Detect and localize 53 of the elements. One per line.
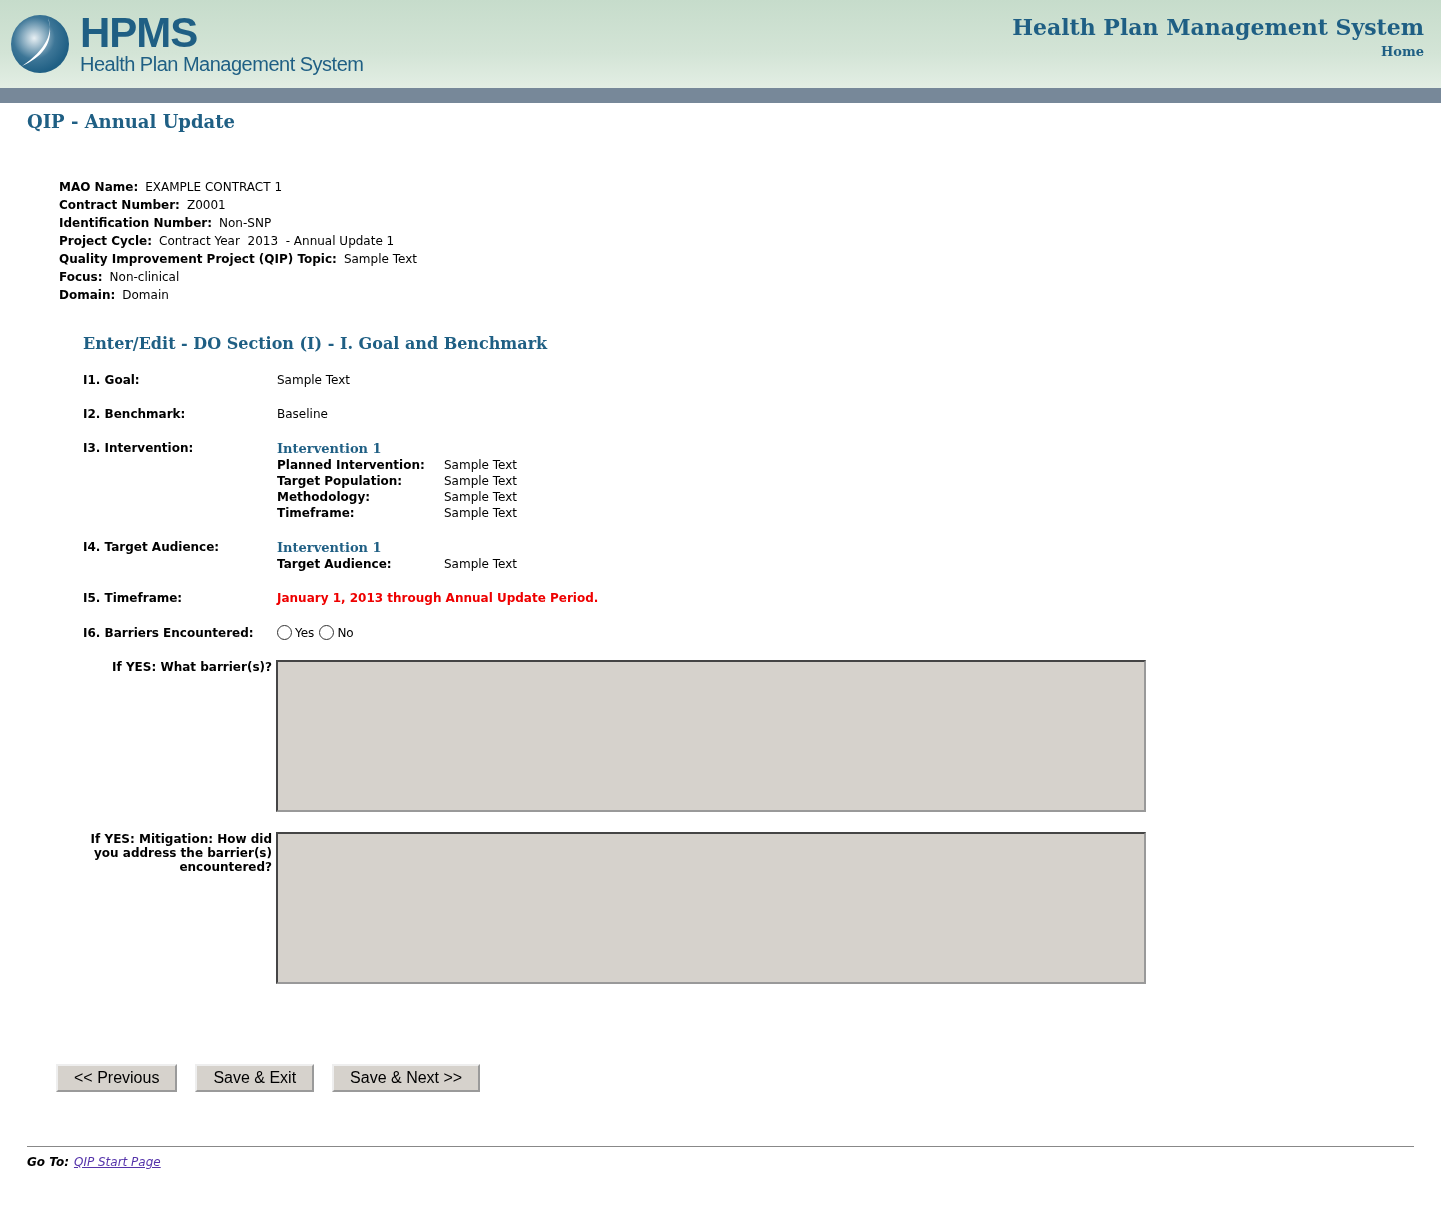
info-value: Contract Year 2013 - Annual Update 1 xyxy=(159,234,395,248)
detail-value: Sample Text xyxy=(444,506,518,520)
info-label: Quality Improvement Project (QIP) Topic: xyxy=(59,252,337,266)
field-label: I1. Goal: xyxy=(83,373,141,387)
field-value: Baseline xyxy=(277,407,328,421)
nav-button[interactable]: Save & Next >> xyxy=(332,1064,481,1092)
field-label: I6. Barriers Encountered: xyxy=(83,625,255,640)
logo-icon xyxy=(10,14,70,74)
nav-button[interactable]: << Previous xyxy=(56,1064,178,1092)
info-label: Contract Number: xyxy=(59,198,180,212)
system-title: Health Plan Management System xyxy=(1012,14,1424,40)
textarea-label: If YES: Mitigation: How did you address the barrier(s) encountered? xyxy=(89,832,272,876)
radio-button[interactable] xyxy=(319,625,335,640)
info-value: Non-SNP xyxy=(219,216,272,230)
radio-label: No xyxy=(337,625,354,640)
detail-label: Target Audience: xyxy=(277,557,393,571)
info-value: EXAMPLE CONTRACT 1 xyxy=(145,180,283,194)
start-page-link[interactable]: QIP Start Page xyxy=(73,1155,161,1169)
section-title: Enter/Edit - DO Section (I) - I. Goal and Benchmark xyxy=(83,334,549,353)
field-label: I2. Benchmark: xyxy=(83,407,187,421)
logo-acronym: HPMS xyxy=(80,12,199,53)
info-label: Project Cycle: xyxy=(59,234,153,248)
radio-button[interactable] xyxy=(277,625,292,640)
goto-label: Go To: xyxy=(27,1155,69,1169)
home-link[interactable]: Home xyxy=(1381,44,1424,59)
nav-button[interactable]: Save & Exit xyxy=(195,1064,315,1092)
detail-value: Sample Text xyxy=(444,458,518,472)
info-value: Sample Text xyxy=(343,252,417,266)
detail-value: Sample Text xyxy=(444,474,518,488)
radio-label: Yes xyxy=(295,625,315,640)
detail-label: Methodology: xyxy=(277,490,371,504)
info-value: Non-clinical xyxy=(109,270,180,284)
page-title: QIP - Annual Update xyxy=(27,111,236,132)
field-label: I5. Timeframe: xyxy=(83,591,184,605)
logo-subtitle: Health Plan Management System xyxy=(80,52,364,76)
detail-label: Target Population: xyxy=(277,474,404,488)
intervention-heading: Intervention 1 xyxy=(277,441,383,456)
detail-value: Sample Text xyxy=(444,557,518,571)
detail-label: Timeframe: xyxy=(277,506,356,520)
info-label: Focus: xyxy=(59,270,103,284)
textarea-label: If YES: What barrier(s)? xyxy=(111,660,272,676)
field-value: Sample Text xyxy=(277,373,351,387)
info-value: Domain xyxy=(122,288,169,302)
field-label: I3. Intervention: xyxy=(83,441,195,455)
info-label: Domain: xyxy=(59,288,116,302)
intervention-heading: Intervention 1 xyxy=(277,540,383,555)
field-label: I4. Target Audience: xyxy=(83,540,221,554)
info-label: MAO Name: xyxy=(59,180,139,194)
timeframe-notice: January 1, 2013 through Annual Update Period. xyxy=(277,591,599,605)
info-value: Z0001 xyxy=(186,198,226,212)
info-label: Identification Number: xyxy=(59,216,213,230)
detail-label: Planned Intervention: xyxy=(277,458,426,472)
detail-value: Sample Text xyxy=(444,490,518,504)
